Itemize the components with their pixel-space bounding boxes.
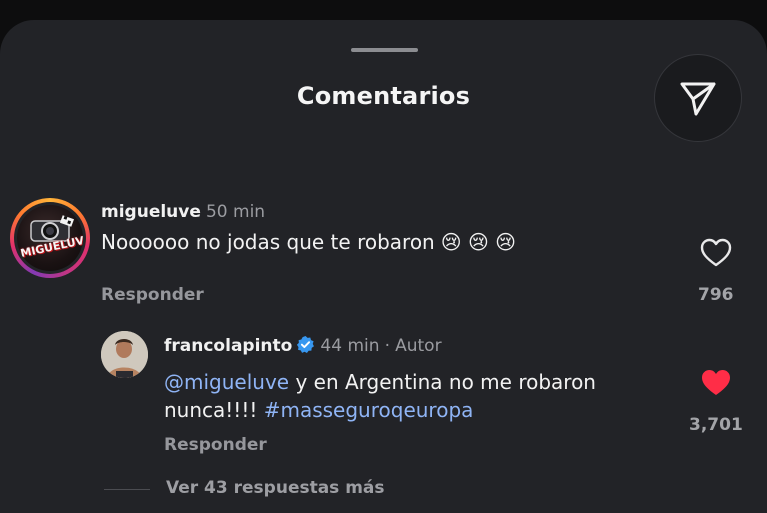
separator: · xyxy=(384,336,391,356)
avatar: MIGUELUVE xyxy=(17,205,83,271)
crying-emoji: 😢 😢 😢 xyxy=(440,230,516,254)
comment-body: Noooooo no jodas que te robaron xyxy=(101,230,435,254)
avatar[interactable] xyxy=(101,331,148,378)
drag-handle[interactable] xyxy=(351,48,418,52)
like-button[interactable] xyxy=(700,368,732,402)
comment-username[interactable]: francolapinto xyxy=(164,336,292,356)
avatar-frame: MIGUELUVE xyxy=(14,202,86,274)
comment-time: 44 min xyxy=(320,336,380,356)
like-button[interactable] xyxy=(700,238,732,272)
paper-plane-icon xyxy=(680,82,716,116)
comment-text: @migueluve y en Argentina no me robaron … xyxy=(164,368,684,424)
reply-button[interactable]: Responder xyxy=(164,435,267,455)
comment-text: Noooooo no jodas que te robaron 😢 😢 😢 xyxy=(101,230,516,254)
profile-photo xyxy=(101,331,148,378)
sheet-title: Comentarios xyxy=(296,82,471,110)
comment-username[interactable]: migueluve xyxy=(101,202,201,222)
comment-time: 50 min xyxy=(205,202,266,222)
mention-link[interactable]: @migueluve xyxy=(164,370,289,394)
like-count: 796 xyxy=(698,285,734,305)
like-count: 3,701 xyxy=(689,415,743,435)
heart-icon xyxy=(702,370,730,395)
reply-button[interactable]: Responder xyxy=(101,285,204,305)
heart-icon xyxy=(700,238,732,267)
hashtag-link[interactable]: #masseguroqeuropa xyxy=(264,398,474,422)
author-tag: Autor xyxy=(395,336,442,356)
view-more-replies-button[interactable]: Ver 43 respuestas más xyxy=(166,478,385,498)
comment-header: migueluve 50 min xyxy=(101,202,265,222)
verified-badge-icon xyxy=(296,335,315,358)
avatar-story-ring[interactable]: MIGUELUVE xyxy=(10,198,90,278)
comment-header: francolapinto 44 min · Autor xyxy=(164,335,442,358)
divider-line xyxy=(104,489,150,490)
share-button[interactable] xyxy=(654,54,742,142)
